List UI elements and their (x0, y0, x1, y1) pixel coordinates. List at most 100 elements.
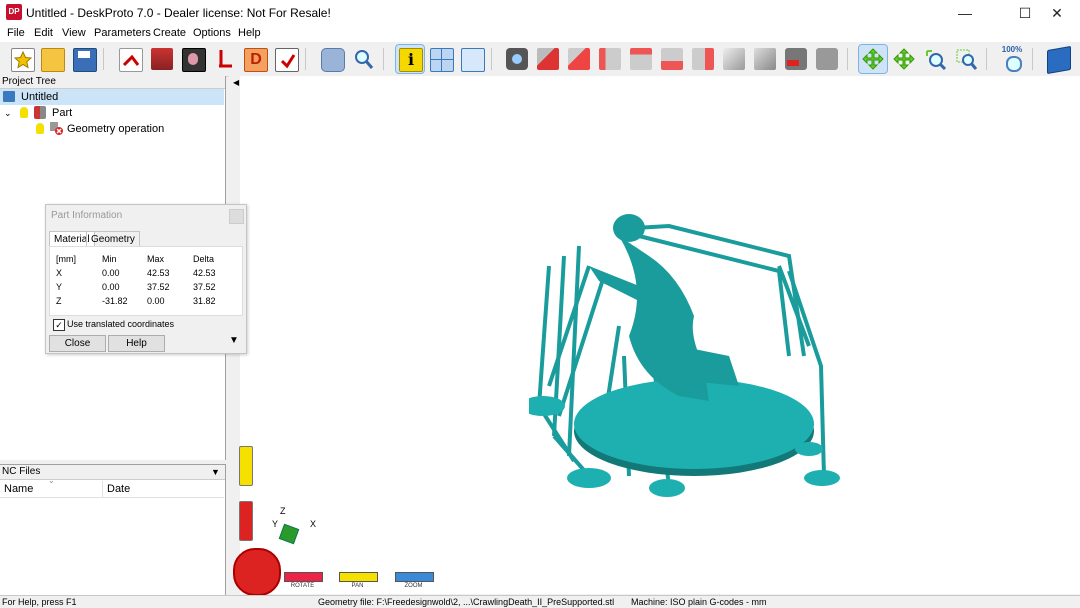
tree-item-project[interactable]: Untitled (0, 89, 224, 105)
menu-parameters[interactable]: Parameters (94, 27, 151, 39)
row-y-max: 37.52 (147, 282, 170, 292)
help-dialog-button[interactable]: Help (108, 335, 165, 352)
view-front-button[interactable] (534, 45, 562, 73)
column-divider[interactable] (102, 481, 103, 497)
zoom-window-button[interactable] (952, 45, 980, 73)
table-header-min: Min (102, 254, 117, 264)
view-iso-button[interactable] (720, 45, 748, 73)
minimize-button[interactable]: — (942, 0, 988, 26)
operation-error-icon (50, 122, 63, 135)
app-logo-icon: DP (6, 4, 22, 20)
rotate-dial[interactable] (233, 548, 281, 596)
save-icon (73, 48, 97, 72)
tab-geometry[interactable]: Geometry (86, 231, 140, 247)
view-bottom-button[interactable] (658, 45, 686, 73)
dialog-title: Part Information (51, 210, 123, 221)
rotate-slider-handle[interactable] (239, 501, 253, 541)
menu-options[interactable]: Options (193, 27, 231, 39)
title-bar: DP Untitled - DeskProto 7.0 - Dealer lic… (0, 0, 1080, 26)
view-iso-2-icon (754, 48, 776, 70)
row-x-delta: 42.53 (193, 268, 216, 278)
table-header-delta: Delta (193, 254, 215, 264)
view-right-button[interactable] (689, 45, 717, 73)
render-icon (785, 48, 807, 70)
nc-files-header[interactable]: NC Files ▼ (0, 465, 225, 480)
axis-y-label: Y (272, 519, 279, 529)
zoom-100-button[interactable]: 100% (998, 45, 1026, 73)
pan-mode-button[interactable] (890, 45, 918, 73)
table-header-max: Max (147, 254, 165, 264)
search-button[interactable] (349, 45, 377, 73)
new-project-icon (11, 48, 35, 72)
vector-icon (214, 48, 236, 70)
close-button[interactable]: ✕ (1034, 0, 1080, 26)
menu-help[interactable]: Help (238, 27, 261, 39)
layout-button[interactable] (427, 45, 455, 73)
column-date[interactable]: Date (107, 483, 130, 495)
render-2-button[interactable] (813, 45, 841, 73)
view-bottom-icon (661, 48, 683, 70)
expand-dialog-icon[interactable]: ▼ (229, 335, 239, 346)
view-left-button[interactable] (596, 45, 624, 73)
help-book-button[interactable] (1044, 45, 1072, 75)
drawing-button[interactable]: D (241, 45, 269, 73)
save-nc-button[interactable] (272, 45, 300, 73)
toolbar-separator (103, 48, 104, 70)
print-preview-icon (321, 48, 345, 72)
axis-z-label: Z (280, 506, 286, 516)
info-button[interactable]: i (395, 44, 425, 74)
tree-item-project-label: Untitled (21, 91, 59, 103)
sort-indicator-icon: ⌄ (48, 476, 55, 485)
add-part-icon (151, 48, 173, 70)
lightbulb-icon[interactable] (36, 123, 44, 134)
chevron-down-icon[interactable]: ⌄ (4, 105, 12, 121)
tree-item-part[interactable]: ⌄ Part (0, 105, 224, 121)
tree-item-operation[interactable]: Geometry operation (0, 121, 224, 137)
tree-item-operation-label: Geometry operation (67, 123, 165, 135)
vector-button[interactable] (211, 45, 239, 73)
close-dialog-button[interactable]: Close (49, 335, 106, 352)
zoom-control-bar[interactable] (395, 572, 434, 582)
view-back-icon (630, 48, 652, 70)
3d-viewport[interactable]: ◀ Z Y X ROTATE PAN ZOOM (229, 76, 1080, 596)
render-button[interactable] (782, 45, 810, 73)
pan-control-bar[interactable] (339, 572, 378, 582)
translated-coordinates-label: Use translated coordinates (67, 319, 175, 329)
table-header-unit: [mm] (56, 254, 76, 264)
new-project-button[interactable] (8, 45, 36, 73)
menu-view[interactable]: View (62, 27, 86, 39)
row-x-min: 0.00 (102, 268, 120, 278)
open-button[interactable] (38, 45, 66, 73)
translated-coordinates-checkbox[interactable]: ✓ (53, 319, 65, 331)
menu-edit[interactable]: Edit (34, 27, 53, 39)
window-title: Untitled - DeskProto 7.0 - Dealer licens… (26, 6, 331, 20)
view-iso-2-button[interactable] (751, 45, 779, 73)
bitmap-button[interactable] (179, 45, 207, 73)
zoom-slider-handle[interactable] (239, 446, 253, 486)
zoom-mode-button[interactable] (921, 45, 949, 73)
view-top-button[interactable] (565, 45, 593, 73)
status-geometry-file: Geometry file: F:\Freedesignwold\2, ...\… (318, 597, 615, 607)
rotate-control-bar[interactable] (284, 572, 323, 582)
camera-button[interactable] (503, 45, 531, 73)
dropdown-arrow-icon[interactable]: ▼ (211, 465, 220, 479)
lightbulb-icon[interactable] (20, 107, 28, 118)
rotate-mode-button[interactable] (858, 44, 888, 74)
project-tree-title: Project Tree (2, 76, 56, 87)
zoom-100-icon (1006, 56, 1022, 72)
view-window-button[interactable] (458, 45, 486, 73)
menu-create[interactable]: Create (153, 27, 186, 39)
view-window-icon (461, 48, 485, 72)
dialog-close-icon[interactable] (229, 209, 244, 224)
add-part-button[interactable] (148, 45, 176, 73)
row-y-axis: Y (56, 282, 63, 292)
save-button[interactable] (70, 45, 98, 73)
print-preview-button[interactable] (318, 45, 346, 73)
3d-model[interactable] (529, 206, 849, 506)
part-information-dialog: Part Information Material Geometry [mm] … (45, 204, 247, 354)
column-name[interactable]: Name (4, 483, 33, 495)
collapse-arrow-icon[interactable]: ◀ (233, 78, 239, 87)
import-geometry-button[interactable] (116, 45, 144, 73)
menu-file[interactable]: File (7, 27, 25, 39)
view-back-button[interactable] (627, 45, 655, 73)
